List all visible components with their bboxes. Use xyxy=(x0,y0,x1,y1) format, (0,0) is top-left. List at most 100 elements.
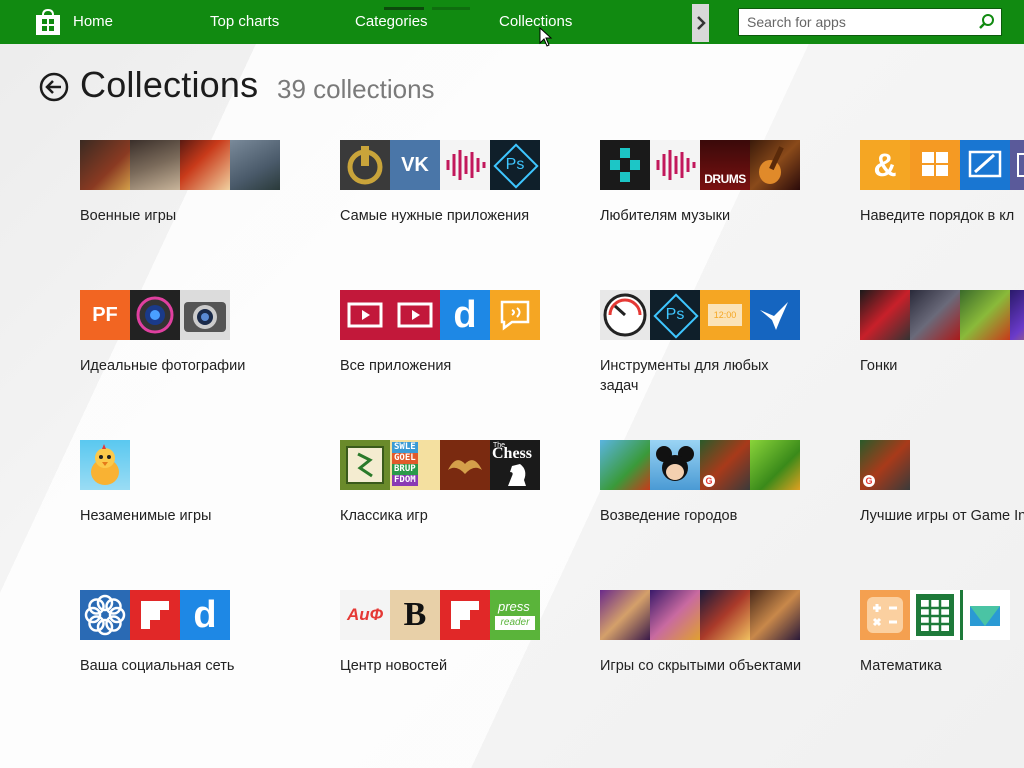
collection-label: Инструменты для любых задач xyxy=(600,358,769,394)
collection-tiles xyxy=(80,140,330,190)
ampersand-tile: & xyxy=(860,140,910,190)
collection-math[interactable]: Математика xyxy=(860,590,1024,676)
collection-tiles xyxy=(80,440,330,490)
collection-label: Идеальные фотографии xyxy=(80,358,246,374)
collection-city-building[interactable]: G Возведение городов xyxy=(600,440,850,526)
app-tile xyxy=(960,590,1010,640)
nav-scroll-right-button[interactable] xyxy=(692,4,709,42)
search-box xyxy=(738,8,1002,36)
camera-tile xyxy=(180,290,230,340)
collection-label: Незаменимые игры xyxy=(80,508,212,524)
calculator-tile xyxy=(860,590,910,640)
mahjong-tile xyxy=(340,440,390,490)
app-tile xyxy=(860,290,910,340)
guitar-tile xyxy=(750,140,800,190)
search-input[interactable] xyxy=(739,9,975,35)
chess-tile: The Chess xyxy=(490,440,540,490)
collection-tiles: & xyxy=(860,140,1024,190)
collection-social[interactable]: d Ваша социальная сеть xyxy=(80,590,330,676)
power-app-tile xyxy=(340,140,390,190)
collection-label: Возведение городов xyxy=(600,508,738,524)
collection-tiles: Ps 12:00 xyxy=(600,290,850,340)
tunein-tile xyxy=(600,140,650,190)
app-tile xyxy=(750,590,800,640)
top-nav-bar: Home Top charts Categories Collections xyxy=(0,0,1024,44)
drums-tile: DRUMS xyxy=(700,140,750,190)
nav-top-charts[interactable]: Top charts xyxy=(210,13,279,30)
collection-hidden-objects[interactable]: Игры со скрытыми объектами xyxy=(600,590,850,676)
collection-perfect-photos[interactable]: PF Идеальные фотографии xyxy=(80,290,330,376)
collection-label: Любителям музыки xyxy=(600,208,731,224)
back-arrow-icon[interactable] xyxy=(38,71,70,103)
collection-tiles xyxy=(860,590,1024,640)
collection-racing[interactable]: Гонки xyxy=(860,290,1024,376)
video-tile xyxy=(390,290,440,340)
ornament-tile xyxy=(440,440,490,490)
flower-tile xyxy=(80,590,130,640)
office-tile xyxy=(910,140,960,190)
app-tile xyxy=(960,290,1010,340)
collection-classic-games[interactable]: SWLE GOEL BRUP FDOM The Chess Классика и… xyxy=(340,440,590,526)
collection-label: Лучшие игры от Game Insight xyxy=(860,508,1024,524)
nav-categories[interactable]: Categories xyxy=(355,13,428,30)
collection-game-insight[interactable]: G Лучшие игры от Game Insight xyxy=(860,440,1024,526)
app-tile xyxy=(230,140,280,190)
app-tile xyxy=(180,140,230,190)
collection-news[interactable]: АиФ B press reader Центр новостей xyxy=(340,590,590,676)
collection-label: Все приложения xyxy=(340,358,452,374)
app-tile xyxy=(80,140,130,190)
chick-tile xyxy=(80,440,130,490)
word-game-tile: SWLE GOEL BRUP FDOM xyxy=(390,440,440,490)
collection-tiles: PF xyxy=(80,290,330,340)
store-bag-icon[interactable] xyxy=(34,8,62,36)
flipboard-tile xyxy=(440,590,490,640)
collection-tiles: d xyxy=(80,590,330,640)
collection-label: Наведите порядок в кл xyxy=(860,208,1015,224)
dailymotion-tile: d xyxy=(180,590,230,640)
collection-label: Центр новостей xyxy=(340,658,448,674)
photoshop-tile: Ps xyxy=(490,140,540,190)
app-tile xyxy=(1010,290,1024,340)
collection-tiles: G xyxy=(600,440,850,490)
collection-military-games[interactable]: Военные игры xyxy=(80,140,330,226)
collection-tools[interactable]: Ps 12:00 Инструменты для любых задач xyxy=(600,290,850,396)
page-title: Collections xyxy=(80,64,259,105)
collection-all-apps[interactable]: d Все приложения xyxy=(340,290,590,376)
collection-music-lovers[interactable]: DRUMS Любителям музыки xyxy=(600,140,850,226)
search-icon[interactable] xyxy=(977,12,997,32)
photoshop-tile: Ps xyxy=(650,290,700,340)
train-tile: G xyxy=(860,440,910,490)
nav-home[interactable]: Home xyxy=(73,13,113,30)
collection-label: Игры со скрытыми объектами xyxy=(600,658,802,674)
flipboard-tile xyxy=(130,590,180,640)
voice-app-tile xyxy=(440,140,490,190)
collection-tiles: d xyxy=(340,290,590,340)
collection-organize[interactable]: & Наведите порядок в кл xyxy=(860,140,1024,226)
collection-tiles: DRUMS xyxy=(600,140,850,190)
collection-label: Классика игр xyxy=(340,508,428,524)
app-tile xyxy=(910,290,960,340)
collection-label: Математика xyxy=(860,658,942,674)
app-tile xyxy=(1010,140,1024,190)
spreadsheet-tile xyxy=(910,590,960,640)
collection-essential-apps[interactable]: VK Ps Самые нужные приложения xyxy=(340,140,590,226)
app-tile xyxy=(600,440,650,490)
svg-text:G: G xyxy=(705,476,712,486)
collections-count: 39 collections xyxy=(277,74,435,104)
vk-app-tile: VK xyxy=(390,140,440,190)
nav-indicator-active xyxy=(384,7,424,10)
collection-tiles xyxy=(600,590,850,640)
train-tile: G xyxy=(700,440,750,490)
speedtest-tile xyxy=(600,290,650,340)
voice-app-tile xyxy=(650,140,700,190)
mouse-cursor-icon xyxy=(539,27,553,47)
b-tile: B xyxy=(390,590,440,640)
bird-tile xyxy=(750,290,800,340)
svg-text:G: G xyxy=(865,476,872,486)
pressreader-tile: press reader xyxy=(490,590,540,640)
collection-tiles: G xyxy=(860,440,1024,490)
pf-tile: PF xyxy=(80,290,130,340)
collection-essential-games[interactable]: Незаменимые игры xyxy=(80,440,330,526)
nav-collections[interactable]: Collections xyxy=(499,13,572,30)
app-tile xyxy=(650,590,700,640)
